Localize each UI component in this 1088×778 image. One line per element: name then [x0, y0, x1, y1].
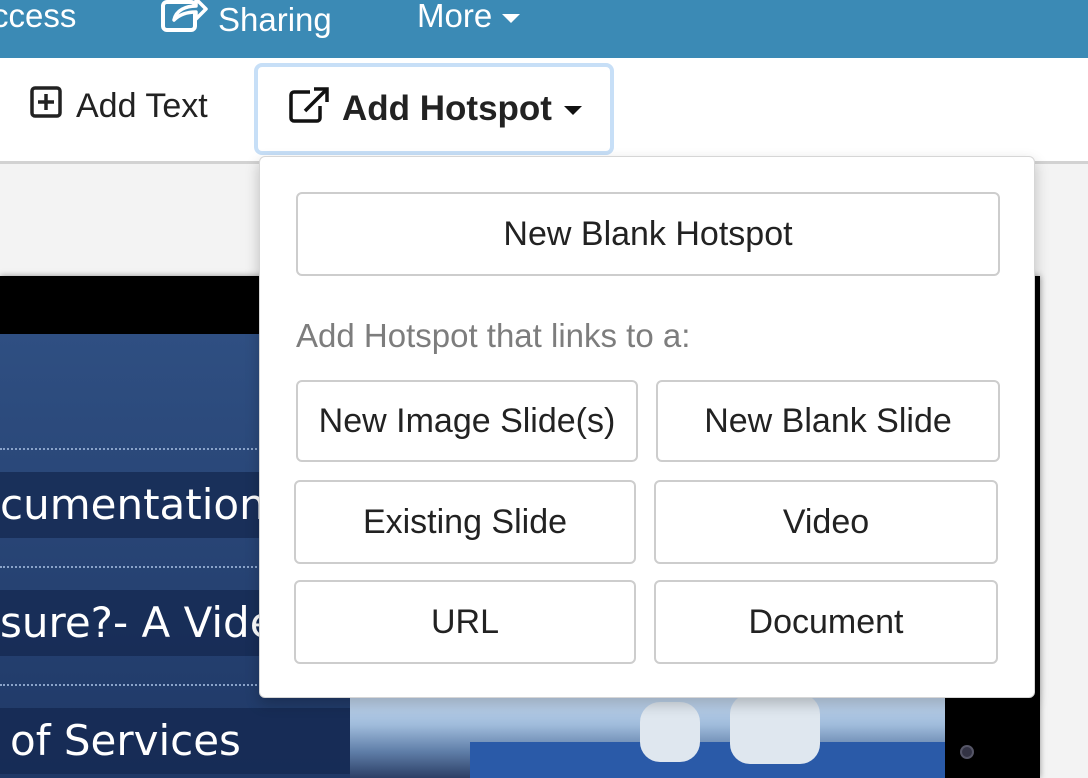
option-label: Video	[782, 502, 870, 541]
nav-item-more[interactable]: More	[417, 0, 521, 38]
divider	[0, 566, 300, 568]
video-button[interactable]: Video	[654, 480, 998, 564]
slide-menu-item-label: sure?- A Video	[0, 598, 275, 647]
photo-person	[640, 702, 700, 762]
plus-square-icon	[30, 86, 76, 127]
nav-item-access-label: ccess	[0, 0, 77, 34]
add-hotspot-dropdown: New Blank Hotspot Add Hotspot that links…	[259, 156, 1035, 698]
slide-photo	[350, 690, 945, 778]
photo-person	[730, 694, 820, 764]
caret-down-icon	[502, 13, 521, 23]
existing-slide-button[interactable]: Existing Slide	[294, 480, 636, 564]
slide-menu-item[interactable]: cumentation	[0, 472, 275, 538]
camera-dot	[960, 745, 974, 759]
divider	[0, 448, 300, 450]
option-label: Existing Slide	[362, 502, 568, 541]
divider	[0, 684, 300, 686]
option-label: URL	[430, 602, 500, 641]
new-blank-hotspot-label: New Blank Hotspot	[503, 214, 793, 253]
slide-menu-item[interactable]: of Services	[0, 708, 350, 774]
share-icon	[160, 0, 218, 45]
new-image-slide-button[interactable]: New Image Slide(s)	[296, 380, 638, 462]
boat-hull	[470, 742, 945, 778]
slide-menu-item-label: cumentation	[0, 480, 266, 529]
new-blank-slide-button[interactable]: New Blank Slide	[656, 380, 1000, 462]
top-nav: ccess Sharing More	[0, 0, 1088, 58]
slide-menu-item[interactable]: sure?- A Video	[0, 590, 275, 656]
option-label: Document	[748, 602, 904, 641]
nav-item-sharing-label: Sharing	[218, 0, 332, 38]
caret-down-icon	[563, 105, 582, 115]
add-hotspot-button[interactable]: Add Hotspot	[254, 63, 614, 155]
nav-item-more-label: More	[417, 0, 493, 34]
new-blank-hotspot-button[interactable]: New Blank Hotspot	[296, 192, 1000, 276]
nav-item-access[interactable]: ccess	[0, 0, 76, 38]
option-label: New Image Slide(s)	[318, 401, 616, 440]
option-label: New Blank Slide	[704, 401, 952, 440]
slide-menu-item-label: of Services	[10, 716, 241, 765]
editor-toolbar: Add Text Add Hotspot	[0, 58, 1088, 164]
document-button[interactable]: Document	[654, 580, 998, 664]
links-heading: Add Hotspot that links to a:	[296, 317, 691, 354]
url-button[interactable]: URL	[294, 580, 636, 664]
add-text-label: Add Text	[76, 87, 208, 125]
add-hotspot-label: Add Hotspot	[342, 89, 552, 128]
add-text-button[interactable]: Add Text	[30, 86, 208, 127]
external-link-icon	[288, 86, 342, 133]
nav-item-sharing[interactable]: Sharing	[160, 0, 332, 45]
